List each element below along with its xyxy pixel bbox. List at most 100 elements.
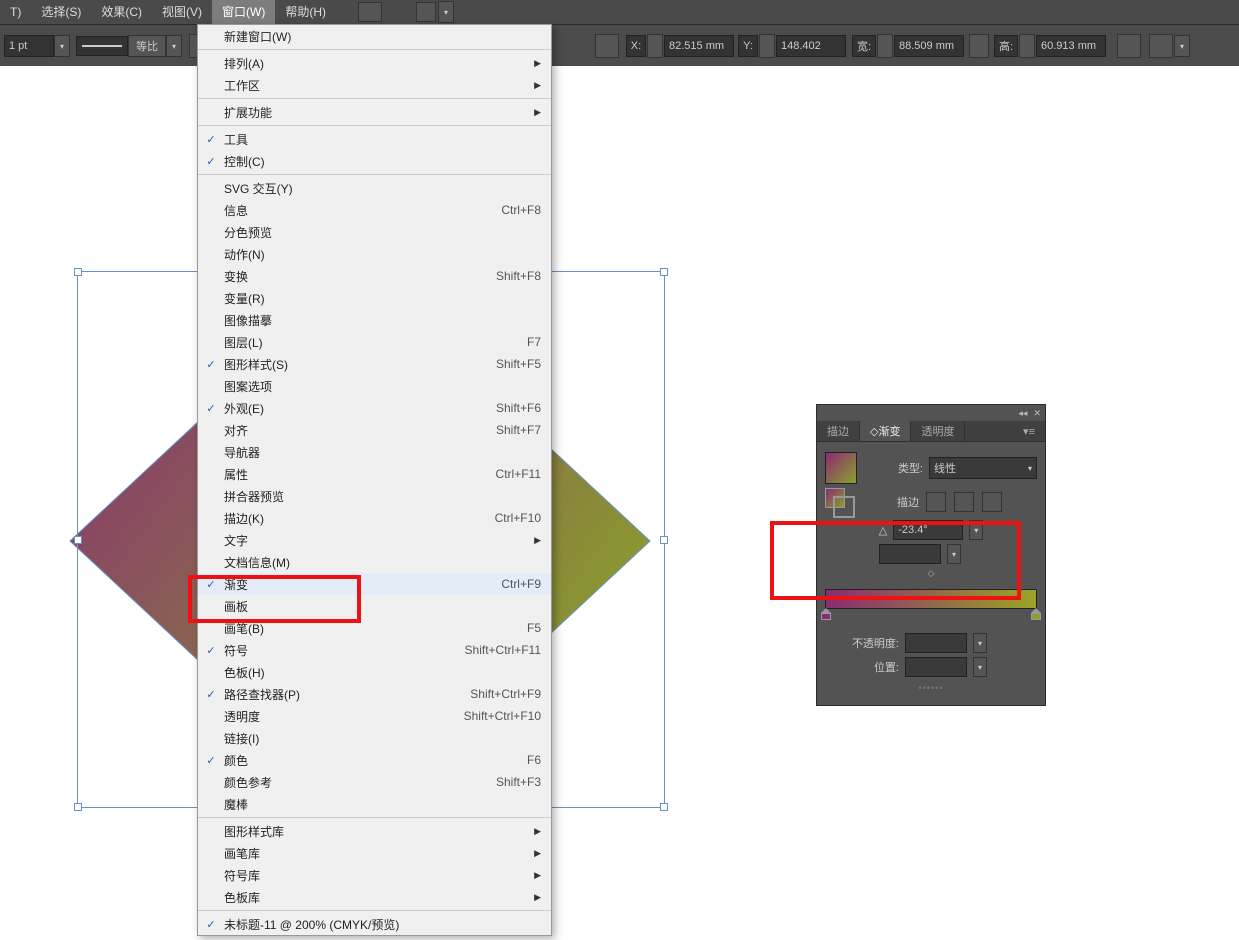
x-value-field[interactable]: 82.515 mm xyxy=(664,35,734,57)
stroke-grad-btn-2[interactable] xyxy=(954,492,974,512)
menu-item[interactable]: 拼合器预览 xyxy=(198,485,551,507)
submenu-arrow-icon: ▶ xyxy=(534,107,541,118)
menu-item[interactable]: 对齐Shift+F7 xyxy=(198,419,551,441)
menu-item[interactable]: ✓符号Shift+Ctrl+F11 xyxy=(198,639,551,661)
menu-item[interactable]: 工作区▶ xyxy=(198,74,551,96)
menu-item[interactable]: 颜色参考Shift+F3 xyxy=(198,771,551,793)
menu-item[interactable]: 魔棒 xyxy=(198,793,551,815)
y-label: Y: xyxy=(738,35,758,57)
menu-item[interactable]: ✓外观(E)Shift+F6 xyxy=(198,397,551,419)
opacity-field[interactable] xyxy=(905,633,967,653)
menu-item[interactable]: 文字▶ xyxy=(198,529,551,551)
menu-item[interactable]: 画笔库▶ xyxy=(198,842,551,864)
fill-stroke-swatch[interactable] xyxy=(825,488,853,516)
menu-item[interactable]: 图案选项 xyxy=(198,375,551,397)
menu-item-label: 新建窗口(W) xyxy=(224,28,541,45)
link-wh-icon[interactable] xyxy=(969,34,989,58)
menu-item[interactable]: ✓路径查找器(P)Shift+Ctrl+F9 xyxy=(198,683,551,705)
handle-nw[interactable] xyxy=(74,268,82,276)
menu-item[interactable]: 变换Shift+F8 xyxy=(198,265,551,287)
menu-select[interactable]: 选择(S) xyxy=(31,0,91,24)
doc-layout-icon[interactable] xyxy=(358,2,382,22)
menu-item[interactable]: 属性Ctrl+F11 xyxy=(198,463,551,485)
menu-item[interactable]: 色板(H) xyxy=(198,661,551,683)
menu-item[interactable]: 图像描摹 xyxy=(198,309,551,331)
h-value-field[interactable]: 60.913 mm xyxy=(1036,35,1106,57)
handle-sw[interactable] xyxy=(74,803,82,811)
menu-item[interactable]: 图层(L)F7 xyxy=(198,331,551,353)
panel-close-icon[interactable]: ✕ xyxy=(1031,408,1043,419)
menu-shortcut: Ctrl+F8 xyxy=(501,203,541,217)
x-stepper[interactable] xyxy=(647,34,663,58)
menu-item[interactable]: 链接(I) xyxy=(198,727,551,749)
menu-item[interactable]: ✓未标题-11 @ 200% (CMYK/预览) xyxy=(198,913,551,935)
menu-item[interactable]: 扩展功能▶ xyxy=(198,101,551,123)
screen-mode-icon[interactable] xyxy=(416,2,436,22)
gradient-stop-left[interactable] xyxy=(821,608,831,620)
check-icon: ✓ xyxy=(198,754,224,767)
menu-item[interactable]: 符号库▶ xyxy=(198,864,551,886)
stroke-grad-btn-1[interactable] xyxy=(926,492,946,512)
stroke-weight-dropdown[interactable]: ▾ xyxy=(54,35,70,57)
stroke-grad-btn-3[interactable] xyxy=(982,492,1002,512)
menu-item[interactable]: 色板库▶ xyxy=(198,886,551,908)
menu-help[interactable]: 帮助(H) xyxy=(275,0,336,24)
menu-item[interactable]: 信息Ctrl+F8 xyxy=(198,199,551,221)
menu-item[interactable]: ✓工具 xyxy=(198,128,551,150)
menu-item[interactable]: 分色预览 xyxy=(198,221,551,243)
menu-t[interactable]: T) xyxy=(0,0,31,24)
menu-item[interactable]: ✓图形样式(S)Shift+F5 xyxy=(198,353,551,375)
stroke-weight-field[interactable]: 1 pt xyxy=(4,35,54,57)
w-value-field[interactable]: 88.509 mm xyxy=(894,35,964,57)
w-stepper[interactable] xyxy=(877,34,893,58)
menu-item-label: 画笔库 xyxy=(224,845,534,862)
screen-mode-dropdown[interactable]: ▾ xyxy=(438,1,454,23)
menu-item[interactable]: 动作(N) xyxy=(198,243,551,265)
gradient-stop-right[interactable] xyxy=(1031,608,1041,620)
menu-item-label: 动作(N) xyxy=(224,246,541,263)
type-select[interactable]: 线性▾ xyxy=(929,457,1037,479)
handle-ne[interactable] xyxy=(660,268,668,276)
menu-item-label: 颜色 xyxy=(224,752,527,769)
handle-se[interactable] xyxy=(660,803,668,811)
menu-item[interactable]: ✓控制(C) xyxy=(198,150,551,172)
toolbar-btn-c[interactable] xyxy=(1149,34,1173,58)
position-field[interactable] xyxy=(905,657,967,677)
gradient-swatch[interactable] xyxy=(825,452,857,484)
position-dropdown[interactable]: ▾ xyxy=(973,657,987,677)
menu-item[interactable]: 描边(K)Ctrl+F10 xyxy=(198,507,551,529)
align-grid-icon[interactable] xyxy=(595,34,619,58)
opacity-dropdown[interactable]: ▾ xyxy=(973,633,987,653)
stroke-style-dropdown-arrow[interactable]: ▾ xyxy=(166,35,182,57)
panel-menu-icon[interactable]: ▾≡ xyxy=(1013,421,1045,441)
menu-item[interactable]: 新建窗口(W) xyxy=(198,25,551,47)
canvas-area[interactable] xyxy=(0,66,1239,940)
y-stepper[interactable] xyxy=(759,34,775,58)
tab-transparency[interactable]: 透明度 xyxy=(911,421,965,441)
y-value-field[interactable]: 148.402 xyxy=(776,35,846,57)
panel-resize-grip[interactable]: •••••• xyxy=(825,683,1037,693)
tab-stroke[interactable]: 描边 xyxy=(817,421,860,441)
menu-window[interactable]: 窗口(W) xyxy=(212,0,275,24)
stroke-style-dropdown[interactable]: 等比 xyxy=(128,35,166,57)
handle-e[interactable] xyxy=(660,536,668,544)
menu-item[interactable]: 图形样式库▶ xyxy=(198,820,551,842)
tab-gradient[interactable]: ◇ 渐变 xyxy=(860,421,911,441)
menu-item[interactable]: 透明度Shift+Ctrl+F10 xyxy=(198,705,551,727)
menu-view[interactable]: 视图(V) xyxy=(152,0,212,24)
toolbar-btn-c-dropdown[interactable]: ▾ xyxy=(1174,35,1190,57)
menu-item[interactable]: 文档信息(M) xyxy=(198,551,551,573)
menu-item[interactable]: SVG 交互(Y) xyxy=(198,177,551,199)
toolbar-btn-b[interactable] xyxy=(1117,34,1141,58)
menu-item[interactable]: ✓颜色F6 xyxy=(198,749,551,771)
menu-item[interactable]: 排列(A)▶ xyxy=(198,52,551,74)
menu-effect[interactable]: 效果(C) xyxy=(91,0,152,24)
w-label: 宽: xyxy=(852,35,876,57)
stroke-preview[interactable] xyxy=(76,36,128,56)
panel-collapse-icon[interactable]: ◂◂ xyxy=(1016,408,1029,419)
menu-item[interactable]: 导航器 xyxy=(198,441,551,463)
menu-item[interactable]: 变量(R) xyxy=(198,287,551,309)
h-stepper[interactable] xyxy=(1019,34,1035,58)
handle-w[interactable] xyxy=(74,536,82,544)
menubar: T) 选择(S) 效果(C) 视图(V) 窗口(W) 帮助(H) ▾ xyxy=(0,0,1239,24)
